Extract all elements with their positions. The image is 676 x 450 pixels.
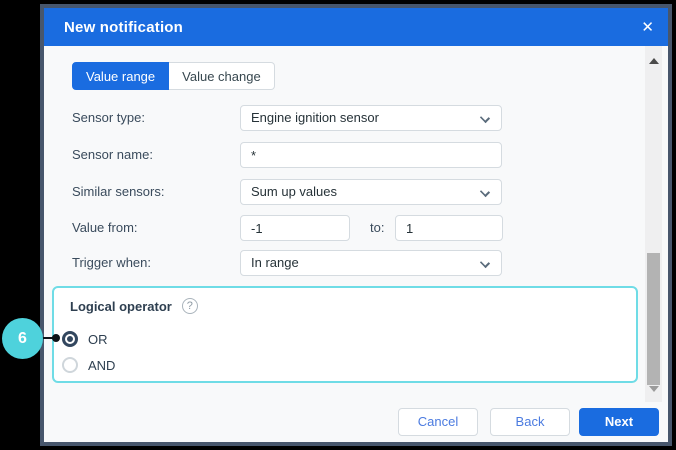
similar-sensors-select[interactable]: Sum up values xyxy=(240,179,502,205)
tab-bar: Value range Value change xyxy=(72,62,275,90)
cancel-button[interactable]: Cancel xyxy=(398,408,478,436)
radio-option-or[interactable]: OR xyxy=(62,330,108,348)
radio-and-label: AND xyxy=(88,358,115,373)
dialog-title: New notification xyxy=(64,19,183,36)
dialog-titlebar: New notification ✕ xyxy=(44,8,668,46)
new-notification-dialog: New notification ✕ Value range Value cha… xyxy=(40,4,672,446)
scroll-up-icon[interactable] xyxy=(649,58,659,64)
sensor-name-input[interactable] xyxy=(240,142,502,168)
radio-unselected-icon[interactable] xyxy=(62,357,78,373)
scrollbar-thumb[interactable] xyxy=(647,253,660,385)
chevron-down-icon xyxy=(480,187,490,197)
annotation-badge-6: 6 xyxy=(2,318,43,359)
help-icon[interactable]: ? xyxy=(182,298,198,314)
similar-sensors-value: Sum up values xyxy=(251,184,337,199)
trigger-when-select[interactable]: In range xyxy=(240,250,502,276)
logical-operator-title: Logical operator xyxy=(70,299,172,314)
tab-value-range[interactable]: Value range xyxy=(72,62,169,90)
radio-selected-icon[interactable] xyxy=(62,331,78,347)
tab-value-change[interactable]: Value change xyxy=(169,62,275,90)
to-label: to: xyxy=(370,215,384,241)
value-to-input[interactable] xyxy=(395,215,503,241)
vertical-scrollbar[interactable] xyxy=(645,46,662,402)
back-button[interactable]: Back xyxy=(490,408,570,436)
logical-operator-section: Logical operator ? OR AND xyxy=(52,286,638,383)
close-icon[interactable]: ✕ xyxy=(641,8,654,46)
value-from-input[interactable] xyxy=(240,215,350,241)
trigger-when-value: In range xyxy=(251,255,299,270)
similar-sensors-label: Similar sensors: xyxy=(72,179,164,205)
sensor-type-value: Engine ignition sensor xyxy=(251,110,379,125)
next-button[interactable]: Next xyxy=(579,408,659,436)
scroll-down-icon[interactable] xyxy=(649,386,659,392)
sensor-name-label: Sensor name: xyxy=(72,142,153,168)
annotation-connector-dot xyxy=(52,334,60,342)
sensor-type-select[interactable]: Engine ignition sensor xyxy=(240,105,502,131)
trigger-when-label: Trigger when: xyxy=(72,250,151,276)
radio-option-and[interactable]: AND xyxy=(62,356,115,374)
radio-or-label: OR xyxy=(88,332,108,347)
chevron-down-icon xyxy=(480,113,490,123)
value-from-label: Value from: xyxy=(72,215,138,241)
sensor-type-label: Sensor type: xyxy=(72,105,145,131)
chevron-down-icon xyxy=(480,258,490,268)
